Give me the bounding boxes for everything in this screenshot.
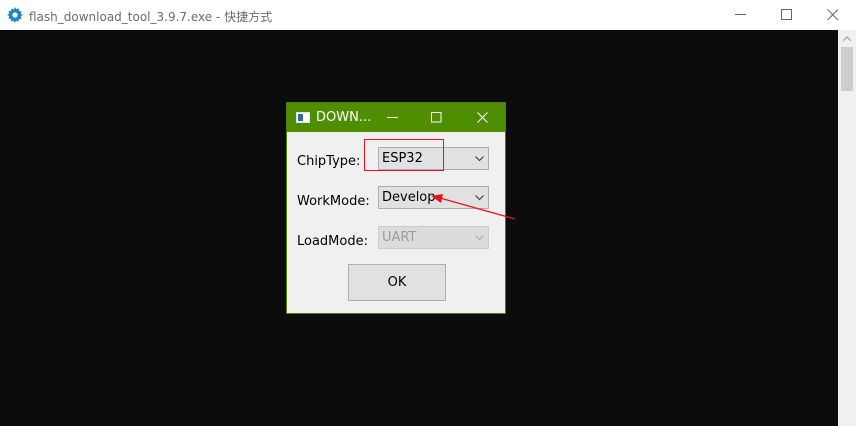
annotation-arrow xyxy=(431,194,516,220)
